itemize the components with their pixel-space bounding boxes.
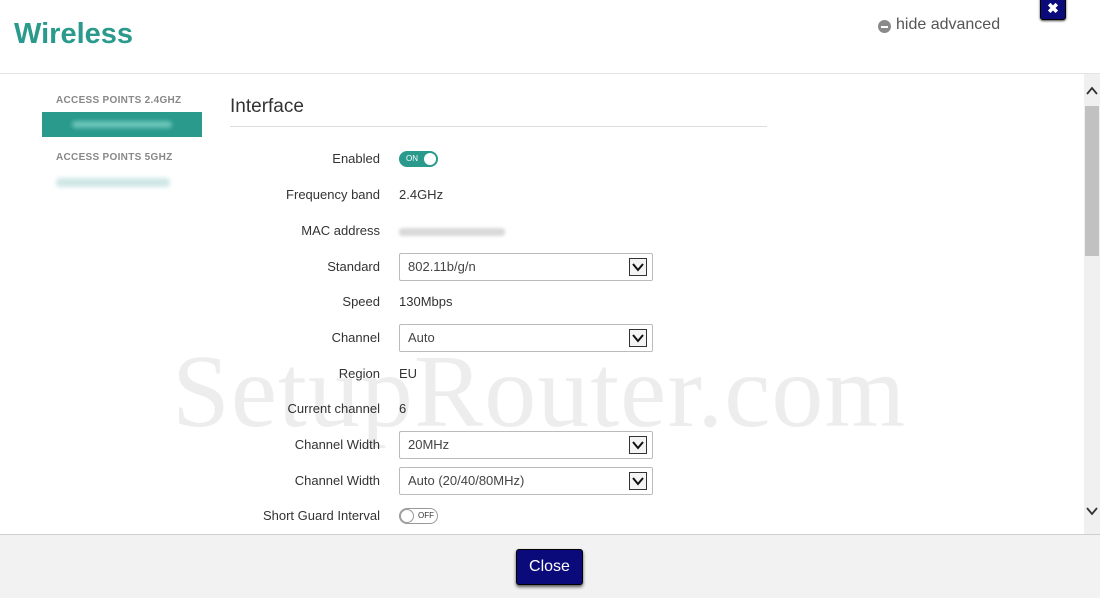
dialog-header: Wireless hide advanced ✖ <box>0 0 1100 74</box>
row-current-channel: Current channel 6 <box>200 395 760 423</box>
row-frequency-band: Frequency band 2.4GHz <box>200 181 760 209</box>
region-label: Region <box>338 366 380 381</box>
hide-advanced-label: hide advanced <box>896 16 1001 33</box>
chevron-down-icon <box>629 258 647 276</box>
region-value: EU <box>399 366 418 381</box>
scroll-down-arrow-icon[interactable] <box>1084 504 1100 518</box>
toggle-knob <box>423 152 437 166</box>
speed-label: Speed <box>342 294 380 309</box>
scroll-up-arrow-icon[interactable] <box>1084 84 1100 98</box>
chevron-down-icon <box>629 329 647 347</box>
section-title: Interface <box>230 96 304 117</box>
channel-width-selected-value: 20MHz <box>408 437 450 452</box>
channel-width-label: Channel Width <box>294 437 380 452</box>
dialog-content: ACCESS POINTS 2.4GHZ ACCESS POINTS 5GHZ … <box>0 74 1084 534</box>
channel-selected-value: Auto <box>408 330 435 345</box>
toggle-knob <box>400 509 414 523</box>
channel-width-select-1[interactable]: 20MHz <box>399 431 653 459</box>
sidebar-item-2-4ghz-active[interactable] <box>42 112 202 137</box>
hide-advanced-link[interactable]: hide advanced <box>878 16 1000 34</box>
short-guard-toggle[interactable]: OFF <box>399 508 438 524</box>
row-mac-address: MAC address <box>200 217 760 245</box>
sidebar-item-5ghz[interactable] <box>56 176 170 190</box>
frequency-band-value: 2.4GHz <box>399 187 444 202</box>
sidebar-heading-2-4ghz: ACCESS POINTS 2.4GHZ <box>56 95 182 106</box>
page-title: Wireless <box>14 18 134 50</box>
row-enabled: Enabled ON <box>200 145 760 173</box>
channel-select[interactable]: Auto <box>399 324 653 352</box>
row-short-guard-interval: Short Guard Interval OFF <box>200 502 760 530</box>
toggle-state-text: ON <box>406 154 418 163</box>
row-standard: Standard 802.11b/g/n <box>200 253 760 281</box>
enabled-toggle[interactable]: ON <box>399 151 438 167</box>
enabled-label: Enabled <box>332 151 380 166</box>
row-speed: Speed 130Mbps <box>200 288 760 316</box>
close-button[interactable]: Close <box>516 549 583 585</box>
close-x-button[interactable]: ✖ <box>1040 0 1066 20</box>
row-channel: Channel Auto <box>200 324 760 352</box>
current-channel-label: Current channel <box>287 401 381 416</box>
row-region: Region EU <box>200 360 760 388</box>
mac-address-label: MAC address <box>301 223 380 238</box>
sidebar-heading-5ghz: ACCESS POINTS 5GHZ <box>56 152 173 163</box>
current-channel-value: 6 <box>399 401 407 416</box>
channel-width-select-2[interactable]: Auto (20/40/80MHz) <box>399 467 653 495</box>
chevron-down-icon <box>629 436 647 454</box>
frequency-band-label: Frequency band <box>286 187 380 202</box>
channel-label: Channel <box>331 330 380 345</box>
channel-width-selected-value: Auto (20/40/80MHz) <box>408 473 525 488</box>
row-channel-width-1: Channel Width 20MHz <box>200 431 760 459</box>
scrollbar-thumb[interactable] <box>1085 106 1099 256</box>
speed-value: 130Mbps <box>399 294 453 309</box>
row-channel-width-2: Channel Width Auto (20/40/80MHz) <box>200 467 760 495</box>
vertical-scrollbar[interactable] <box>1084 74 1100 534</box>
toggle-state-text: OFF <box>418 511 434 520</box>
blurred-ssid <box>72 121 172 128</box>
standard-select[interactable]: 802.11b/g/n <box>399 253 653 281</box>
standard-selected-value: 802.11b/g/n <box>408 259 476 274</box>
minus-circle-icon <box>878 19 891 33</box>
channel-width-label: Channel Width <box>294 473 380 488</box>
section-divider <box>230 126 767 127</box>
dialog-footer: Close <box>0 534 1100 598</box>
blurred-mac-value <box>399 228 505 236</box>
standard-label: Standard <box>327 259 380 274</box>
chevron-down-icon <box>629 472 647 490</box>
short-guard-interval-label: Short Guard Interval <box>262 508 380 523</box>
blurred-ssid <box>56 178 170 187</box>
